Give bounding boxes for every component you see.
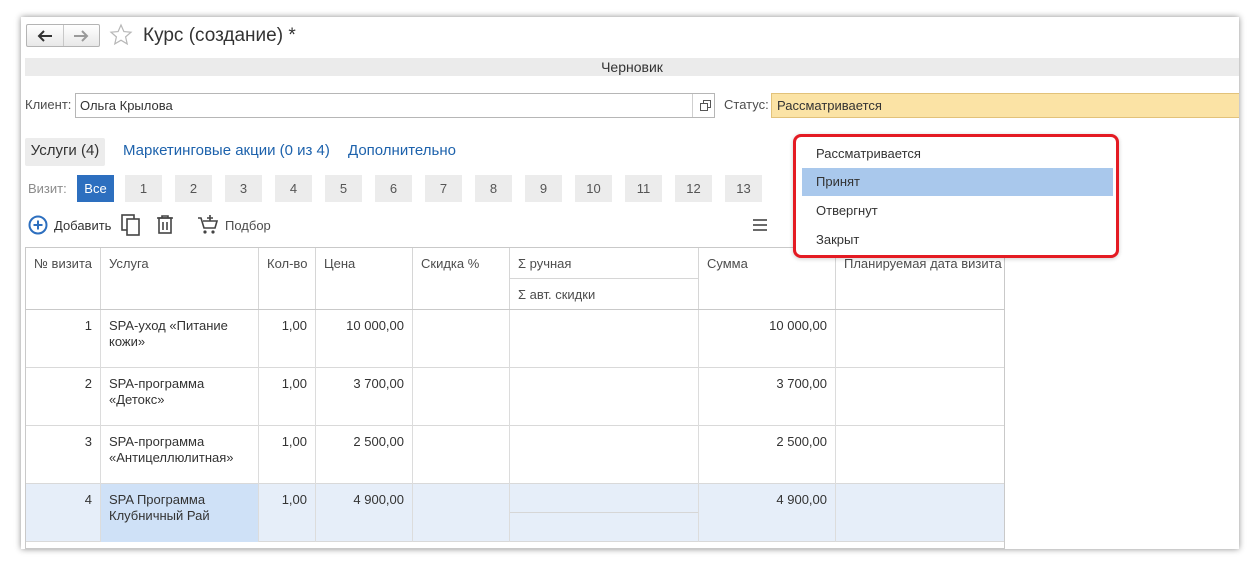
cell-qty: 1,00: [259, 368, 316, 426]
cell-sum: 10 000,00: [699, 310, 836, 368]
tab-services[interactable]: Услуги (4): [25, 138, 105, 166]
add-button-label: Добавить: [54, 217, 112, 233]
status-label: Статус:: [724, 97, 769, 112]
table-row-selected[interactable]: 4 SPA Программа Клубничный Рай 1,00 4 90…: [26, 484, 1004, 542]
status-option[interactable]: Закрыт: [802, 226, 1113, 254]
cell-sum: 4 900,00: [699, 484, 836, 542]
cell-manual: [510, 484, 699, 542]
client-label: Клиент:: [25, 97, 72, 112]
tab-marketing[interactable]: Маркетинговые акции (0 из 4): [123, 138, 330, 166]
table-row[interactable]: 3 SPA-программа «Антицеллюлитная» 1,00 2…: [26, 426, 1004, 484]
cell-visit-no: 1: [26, 310, 101, 368]
arrow-left-icon: [37, 29, 52, 42]
cell-discount: [413, 368, 510, 426]
delete-button[interactable]: [156, 214, 174, 234]
cell-planned-date: [836, 310, 1004, 368]
forward-button[interactable]: [62, 25, 100, 46]
cell-sum: 3 700,00: [699, 368, 836, 426]
cell-qty: 1,00: [259, 484, 316, 542]
status-value: Рассматривается: [777, 98, 882, 113]
client-field[interactable]: Ольга Крылова: [75, 93, 715, 118]
open-window-icon: [699, 100, 711, 111]
cell-planned-date: [836, 484, 1004, 542]
cell-manual: [510, 426, 699, 484]
header-qty[interactable]: Кол-во: [259, 248, 316, 309]
cell-service: SPA-уход «Питание кожи»: [101, 310, 259, 368]
cell-service: SPA-программа «Детокс»: [101, 368, 259, 426]
visit-button[interactable]: 9: [525, 175, 562, 202]
header-visit-no[interactable]: № визита: [26, 248, 101, 309]
visit-button[interactable]: 11: [625, 175, 662, 202]
visit-button[interactable]: 2: [175, 175, 212, 202]
cell-price: 2 500,00: [316, 426, 413, 484]
client-value: Ольга Крылова: [80, 98, 173, 113]
cell-divider: [510, 512, 698, 513]
window-title: Курс (создание) *: [143, 25, 296, 46]
nav-buttons: [26, 24, 100, 47]
copy-button[interactable]: [121, 214, 141, 236]
status-dropdown-list: Рассматривается Принят Отвергнут Закрыт: [793, 134, 1119, 258]
cell-sum: 2 500,00: [699, 426, 836, 484]
cell-planned-date: [836, 426, 1004, 484]
client-open-button[interactable]: [695, 93, 715, 118]
more-menu-button[interactable]: [752, 218, 768, 232]
add-button[interactable]: Добавить: [28, 215, 111, 235]
tab-additional[interactable]: Дополнительно: [348, 138, 456, 166]
trash-icon: [157, 215, 173, 234]
cart-plus-icon: [198, 215, 219, 234]
arrow-right-icon: [74, 29, 89, 42]
visit-button[interactable]: 4: [275, 175, 312, 202]
cell-manual: [510, 368, 699, 426]
status-option[interactable]: Рассматривается: [802, 140, 1113, 168]
header-service[interactable]: Услуга: [101, 248, 259, 309]
back-button[interactable]: [27, 25, 63, 46]
header-discount[interactable]: Скидка %: [413, 248, 510, 309]
cell-visit-no: 2: [26, 368, 101, 426]
cell-service: SPA Программа Клубничный Рай: [101, 484, 259, 542]
copy-icon: [121, 214, 140, 236]
course-form-window: Курс (создание) * Черновик Клиент: Ольга…: [21, 17, 1239, 549]
visit-all-button[interactable]: Все: [77, 175, 114, 202]
visit-button[interactable]: 1: [125, 175, 162, 202]
header-price[interactable]: Цена: [316, 248, 413, 309]
visit-button[interactable]: 5: [325, 175, 362, 202]
pick-button[interactable]: Подбор: [197, 214, 271, 236]
plus-circle-icon: [28, 215, 48, 235]
header-manual[interactable]: Σ ручная: [510, 248, 699, 279]
cell-planned-date: [836, 368, 1004, 426]
visit-button[interactable]: 10: [575, 175, 612, 202]
status-option-highlighted[interactable]: Принят: [802, 168, 1113, 196]
cell-discount: [413, 426, 510, 484]
cell-visit-no: 3: [26, 426, 101, 484]
pick-button-label: Подбор: [225, 217, 271, 233]
visit-button[interactable]: 3: [225, 175, 262, 202]
cell-manual: [510, 310, 699, 368]
cell-service: SPA-программа «Антицеллюлитная»: [101, 426, 259, 484]
visit-button[interactable]: 8: [475, 175, 512, 202]
title-bar: Курс (создание) *: [21, 17, 1239, 55]
header-auto-discount[interactable]: Σ авт. скидки: [510, 279, 699, 309]
status-option[interactable]: Отвергнут: [802, 197, 1113, 225]
draft-banner: Черновик: [25, 58, 1239, 76]
cell-discount: [413, 484, 510, 542]
menu-lines-icon: [753, 219, 767, 231]
visit-button[interactable]: 7: [425, 175, 462, 202]
favorite-star-icon[interactable]: [109, 23, 133, 47]
table-row[interactable]: 1 SPA-уход «Питание кожи» 1,00 10 000,00…: [26, 310, 1004, 368]
visits-label: Визит:: [28, 181, 67, 196]
visit-button[interactable]: 13: [725, 175, 762, 202]
cell-price: 4 900,00: [316, 484, 413, 542]
visit-button[interactable]: 12: [675, 175, 712, 202]
status-field[interactable]: Рассматривается: [771, 93, 1239, 118]
cell-qty: 1,00: [259, 426, 316, 484]
services-table: № визита Услуга Кол-во Цена Скидка % Σ р…: [25, 247, 1005, 549]
visit-button[interactable]: 6: [375, 175, 412, 202]
table-row[interactable]: 2 SPA-программа «Детокс» 1,00 3 700,00 3…: [26, 368, 1004, 426]
cell-price: 3 700,00: [316, 368, 413, 426]
cell-visit-no: 4: [26, 484, 101, 542]
cell-price: 10 000,00: [316, 310, 413, 368]
cell-qty: 1,00: [259, 310, 316, 368]
cell-discount: [413, 310, 510, 368]
